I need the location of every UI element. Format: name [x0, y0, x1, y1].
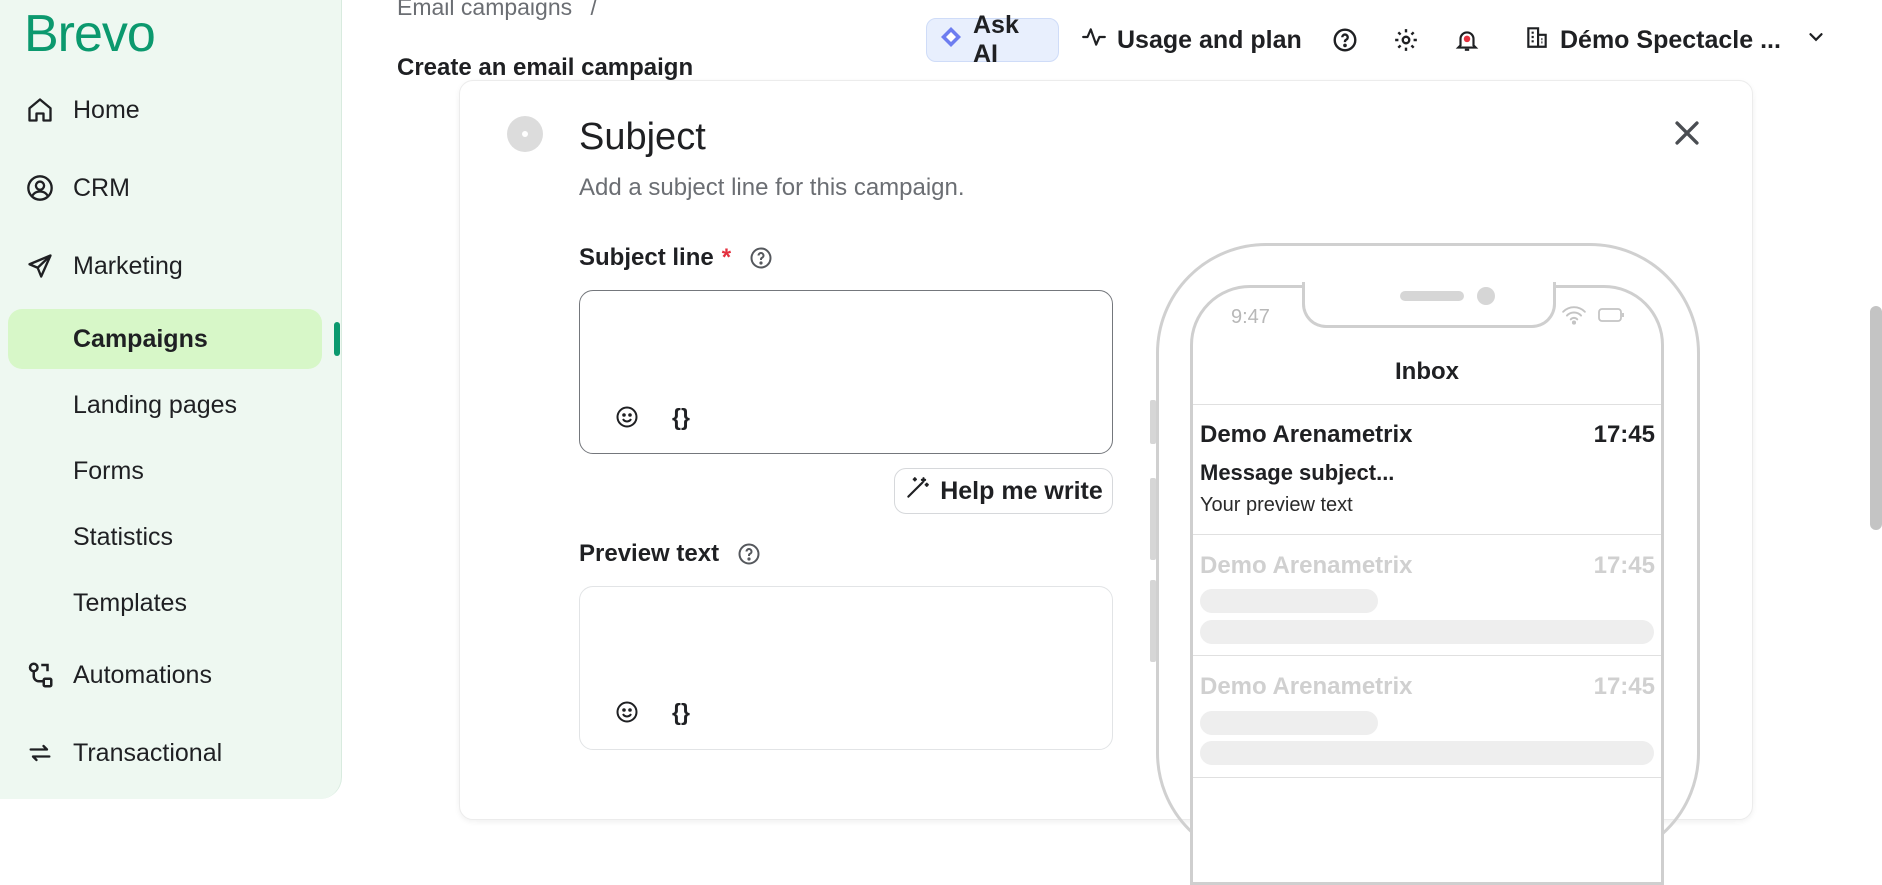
preview-text-input[interactable] [579, 586, 1113, 750]
subject-step-title: Subject [579, 116, 706, 158]
usage-plan-label: Usage and plan [1117, 25, 1302, 54]
nav-item-label: Automations [73, 660, 212, 689]
nav-item-label: Home [73, 95, 140, 124]
mail-sender: Demo Arenametrix [1200, 673, 1413, 700]
ask-ai-label: Ask AI [973, 11, 1019, 68]
nav-item-transactional[interactable]: Transactional [24, 733, 222, 773]
nav-item-marketing[interactable]: Marketing [24, 246, 183, 286]
account-name: Démo Spectacle ... [1560, 25, 1781, 54]
emoji-icon[interactable] [612, 697, 642, 727]
usage-plan-link[interactable]: Usage and plan [1081, 18, 1302, 62]
phone-camera [1477, 287, 1495, 305]
send-icon [24, 250, 56, 282]
divider [1193, 404, 1661, 405]
info-icon[interactable] [749, 246, 773, 270]
mail-subject: Message subject... [1200, 460, 1395, 485]
active-indicator [334, 322, 340, 356]
preview-text-label-text: Preview text [579, 540, 720, 567]
building-icon [1524, 24, 1550, 57]
ai-sparkle-icon [939, 25, 963, 56]
divider [1193, 534, 1661, 535]
page-title: Create an email campaign [397, 54, 694, 81]
mail-preview: Your preview text [1200, 494, 1353, 516]
sidebar-item-landing-pages[interactable]: Landing pages [73, 385, 237, 425]
chevron-down-icon [1805, 26, 1827, 55]
preview-text-label: Preview text [579, 540, 761, 568]
personalization-variable-button[interactable]: {} [666, 697, 696, 727]
transactional-icon [24, 737, 56, 769]
subject-line-label: Subject line * [579, 244, 773, 272]
home-icon [24, 94, 56, 126]
info-icon[interactable] [737, 542, 761, 566]
nav-item-label: Marketing [73, 251, 183, 280]
help-me-write-label: Help me write [940, 476, 1103, 505]
sidebar-item-label: Campaigns [73, 325, 208, 353]
emoji-icon[interactable] [612, 402, 642, 432]
contact-icon [24, 172, 56, 204]
divider [1193, 777, 1661, 778]
gear-icon[interactable] [1390, 24, 1422, 56]
subject-line-label-text: Subject line [579, 244, 714, 271]
close-icon[interactable] [1670, 116, 1704, 150]
phone-notch [1302, 282, 1556, 328]
skeleton-line [1200, 741, 1654, 765]
skeleton-line [1200, 711, 1378, 735]
subject-step-description: Add a subject line for this campaign. [579, 174, 965, 201]
sidebar-item-forms[interactable]: Forms [73, 451, 144, 491]
ask-ai-button[interactable]: Ask AI [926, 11, 1059, 68]
nav-item-crm[interactable]: CRM [24, 168, 130, 208]
mail-time: 17:45 [1593, 552, 1655, 579]
skeleton-line [1200, 589, 1378, 613]
wifi-icon [1561, 304, 1587, 331]
nav-item-label: CRM [73, 173, 130, 202]
activity-icon [1081, 24, 1107, 57]
skeleton-line [1200, 620, 1654, 644]
sidebar-item-statistics[interactable]: Statistics [73, 517, 173, 557]
divider [1193, 655, 1661, 656]
brevo-logo[interactable]: Brevo [24, 4, 156, 64]
help-me-write-button[interactable]: Help me write [894, 468, 1113, 514]
phone-clock: 9:47 [1231, 306, 1270, 328]
mail-time: 17:45 [1593, 673, 1655, 700]
subject-line-input[interactable] [579, 290, 1113, 454]
required-mark: * [721, 244, 732, 271]
step-indicator [507, 116, 543, 152]
nav-item-label: Transactional [73, 738, 223, 767]
breadcrumb: Email campaigns / [397, 0, 597, 21]
bell-icon[interactable] [1451, 24, 1483, 56]
mail-time: 17:45 [1593, 421, 1655, 448]
account-switcher[interactable]: Démo Spectacle ... [1524, 18, 1827, 62]
inbox-title: Inbox [1395, 358, 1459, 385]
automation-icon [24, 659, 56, 691]
magic-wand-icon [904, 475, 930, 508]
personalization-variable-button[interactable]: {} [666, 402, 696, 432]
scrollbar[interactable] [1870, 306, 1882, 530]
mail-sender: Demo Arenametrix [1200, 421, 1413, 448]
sidebar-item-templates[interactable]: Templates [73, 583, 187, 623]
nav-item-home[interactable]: Home [24, 90, 140, 130]
help-icon[interactable] [1329, 24, 1361, 56]
nav-item-automations[interactable]: Automations [24, 655, 212, 695]
breadcrumb-separator: / [590, 0, 597, 20]
mail-sender: Demo Arenametrix [1200, 552, 1413, 579]
breadcrumb-link[interactable]: Email campaigns [397, 0, 572, 20]
phone-speaker [1400, 291, 1464, 301]
battery-icon [1598, 306, 1626, 329]
